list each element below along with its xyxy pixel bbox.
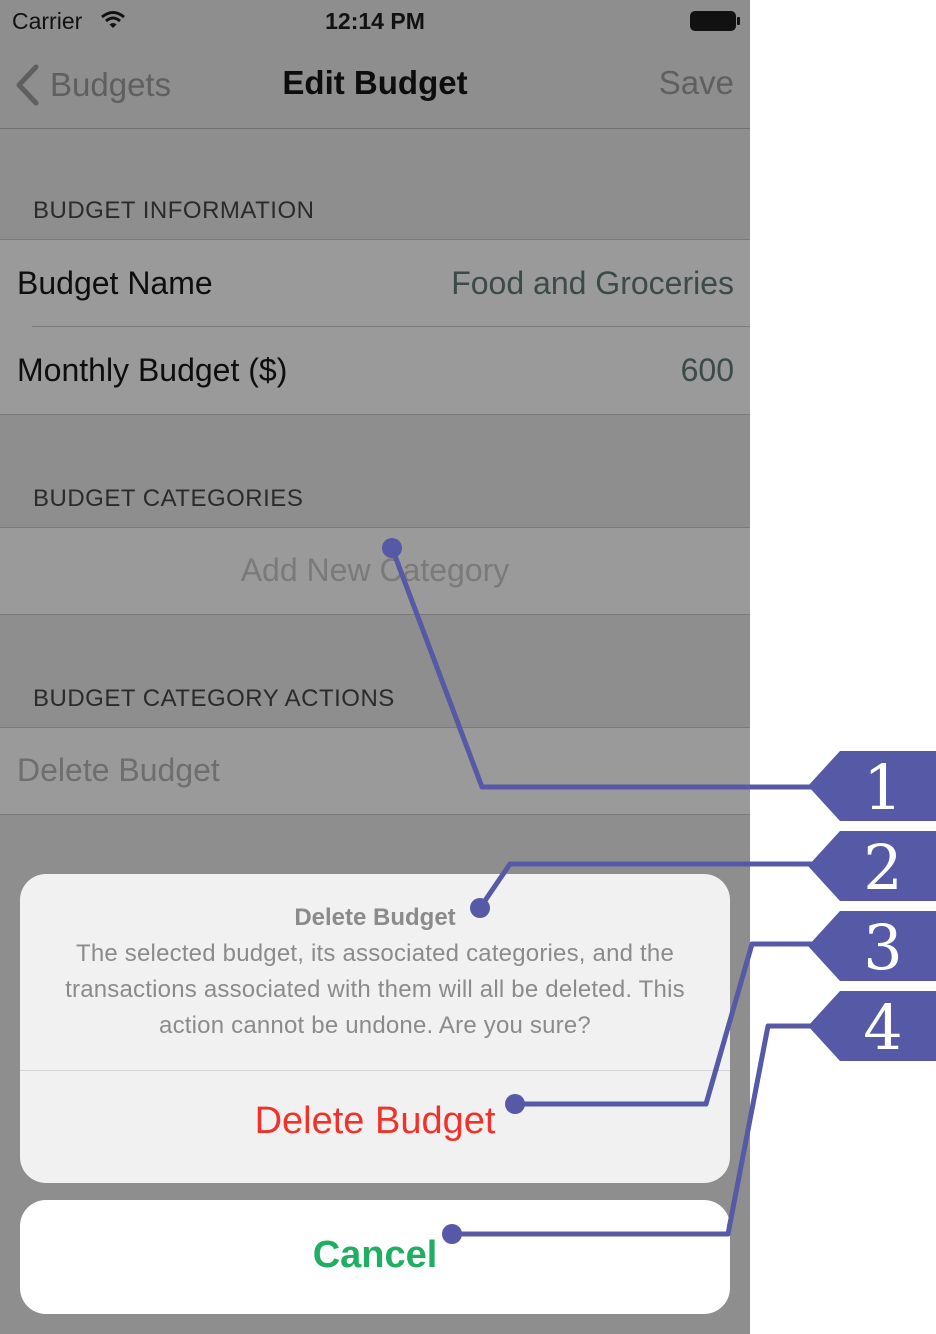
callout-1: 1 [382,538,936,824]
callout-2: 2 [470,831,936,918]
callout-number: 1 [863,751,902,824]
callout-4: 4 [442,991,936,1244]
callout-anchor [470,898,490,918]
callout-number: 3 [863,911,902,984]
callout-anchor [505,1094,525,1114]
callout-number: 2 [863,831,902,904]
callout-overlay: 1 2 3 4 [382,538,936,1244]
callout-connector [477,861,812,910]
callout-anchor [382,538,402,558]
callout-connector [389,547,812,790]
callout-connector [452,1023,812,1237]
callout-number: 4 [863,991,902,1064]
callout-anchor [442,1224,462,1244]
